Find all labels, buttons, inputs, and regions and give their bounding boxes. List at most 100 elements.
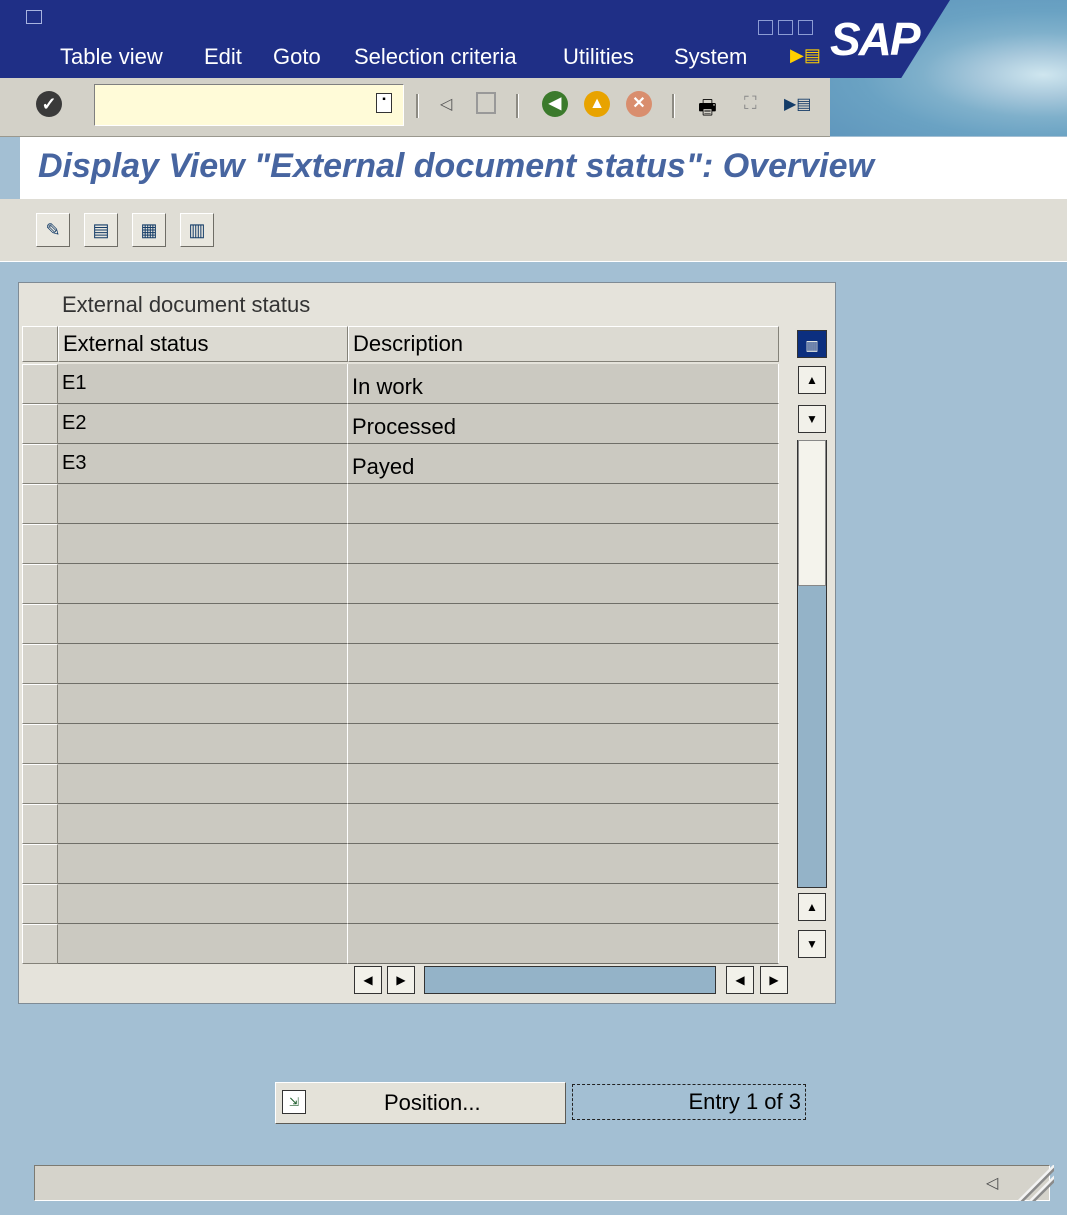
cell-external-status[interactable] (58, 524, 348, 564)
row-selector[interactable] (22, 724, 58, 764)
table-row[interactable] (22, 924, 779, 964)
row-selector[interactable] (22, 524, 58, 564)
maximize-icon[interactable] (778, 20, 793, 35)
table-row[interactable] (22, 724, 779, 764)
select-all-rows[interactable] (22, 326, 58, 362)
cell-external-status[interactable] (58, 764, 348, 804)
cell-description[interactable]: Payed (348, 444, 779, 484)
minimize-icon[interactable] (758, 20, 773, 35)
table-row[interactable]: E1 In work (22, 364, 779, 404)
table-row[interactable] (22, 804, 779, 844)
cell-description[interactable] (348, 684, 779, 724)
display-change-icon[interactable]: ✎ (36, 213, 70, 247)
cell-description[interactable] (348, 804, 779, 844)
cell-external-status[interactable] (58, 804, 348, 844)
command-history-icon[interactable]: ▪ (376, 93, 392, 113)
table-row[interactable] (22, 844, 779, 884)
cell-external-status[interactable] (58, 484, 348, 524)
command-field[interactable] (94, 84, 404, 126)
cell-external-status[interactable] (58, 644, 348, 684)
table-row[interactable] (22, 524, 779, 564)
menu-system[interactable]: System (674, 44, 747, 70)
resize-grip-icon[interactable] (1018, 1165, 1054, 1201)
cell-description[interactable] (348, 564, 779, 604)
back-arrow-icon[interactable]: ◁ (440, 94, 452, 114)
table-row[interactable] (22, 884, 779, 924)
cell-description[interactable] (348, 844, 779, 884)
cell-description[interactable] (348, 724, 779, 764)
row-selector[interactable] (22, 404, 58, 444)
cell-description[interactable] (348, 604, 779, 644)
cell-description[interactable] (348, 924, 779, 964)
row-selector[interactable] (22, 604, 58, 644)
print-icon[interactable]: 🖶 (698, 93, 717, 127)
scroll-right-icon[interactable]: ▶ (387, 966, 415, 994)
column-header-external-status[interactable]: External status (58, 326, 348, 362)
table-row[interactable] (22, 564, 779, 604)
cell-description[interactable] (348, 524, 779, 564)
row-selector[interactable] (22, 764, 58, 804)
cell-external-status[interactable] (58, 844, 348, 884)
menu-goto[interactable]: Goto (273, 44, 321, 70)
menu-selection-criteria[interactable]: Selection criteria (354, 44, 517, 70)
vertical-scrollbar-thumb[interactable] (798, 440, 826, 586)
cell-external-status[interactable] (58, 604, 348, 644)
row-selector[interactable] (22, 444, 58, 484)
menu-utilities[interactable]: Utilities (563, 44, 634, 70)
cell-external-status[interactable] (58, 884, 348, 924)
scroll-up-icon[interactable]: ▲ (798, 366, 826, 394)
page-down-icon[interactable]: ▼ (798, 930, 826, 958)
scroll-left-end-icon[interactable]: ◀ (726, 966, 754, 994)
cancel-icon[interactable]: ✕ (626, 91, 652, 117)
cell-external-status[interactable]: E2 (58, 404, 348, 444)
cell-description[interactable] (348, 644, 779, 684)
table-row[interactable] (22, 644, 779, 684)
status-expand-icon[interactable]: ◁ (986, 1173, 998, 1193)
menu-table-view[interactable]: Table view (60, 44, 163, 70)
horizontal-scrollbar-track[interactable] (424, 966, 716, 994)
row-selector[interactable] (22, 564, 58, 604)
select-all-icon[interactable]: ▤ (84, 213, 118, 247)
scroll-down-icon[interactable]: ▼ (798, 405, 826, 433)
scroll-right-end-icon[interactable]: ▶ (760, 966, 788, 994)
row-selector[interactable] (22, 804, 58, 844)
exit-icon[interactable]: ▲ (584, 91, 610, 117)
customize-layout-icon[interactable]: ▶▤ (790, 45, 821, 66)
row-selector[interactable] (22, 644, 58, 684)
table-row[interactable]: E2 Processed (22, 404, 779, 444)
system-menu-icon[interactable] (26, 10, 42, 24)
table-row[interactable]: E3 Payed (22, 444, 779, 484)
select-block-icon[interactable]: ▦ (132, 213, 166, 247)
row-selector[interactable] (22, 924, 58, 964)
find-next-icon[interactable]: ▶▤ (784, 94, 811, 114)
cell-external-status[interactable]: E3 (58, 444, 348, 484)
cell-description[interactable] (348, 764, 779, 804)
menu-edit[interactable]: Edit (204, 44, 242, 70)
column-header-description[interactable]: Description (348, 326, 779, 362)
cell-external-status[interactable]: E1 (58, 364, 348, 404)
cell-description[interactable]: Processed (348, 404, 779, 444)
table-settings-icon[interactable]: ▥ (797, 330, 827, 358)
row-selector[interactable] (22, 684, 58, 724)
cell-description[interactable] (348, 484, 779, 524)
row-selector[interactable] (22, 484, 58, 524)
cell-description[interactable] (348, 884, 779, 924)
scroll-left-icon[interactable]: ◀ (354, 966, 382, 994)
table-row[interactable] (22, 684, 779, 724)
enter-icon[interactable]: ✓ (36, 91, 62, 117)
row-selector[interactable] (22, 364, 58, 404)
table-row[interactable] (22, 484, 779, 524)
row-selector[interactable] (22, 844, 58, 884)
page-up-icon[interactable]: ▲ (798, 893, 826, 921)
close-icon[interactable] (798, 20, 813, 35)
cell-external-status[interactable] (58, 684, 348, 724)
table-row[interactable] (22, 764, 779, 804)
deselect-all-icon[interactable]: ▥ (180, 213, 214, 247)
row-selector[interactable] (22, 884, 58, 924)
cell-external-status[interactable] (58, 724, 348, 764)
table-row[interactable] (22, 604, 779, 644)
cell-external-status[interactable] (58, 564, 348, 604)
cell-external-status[interactable] (58, 924, 348, 964)
cell-description[interactable]: In work (348, 364, 779, 404)
back-icon[interactable]: ◀ (542, 91, 568, 117)
